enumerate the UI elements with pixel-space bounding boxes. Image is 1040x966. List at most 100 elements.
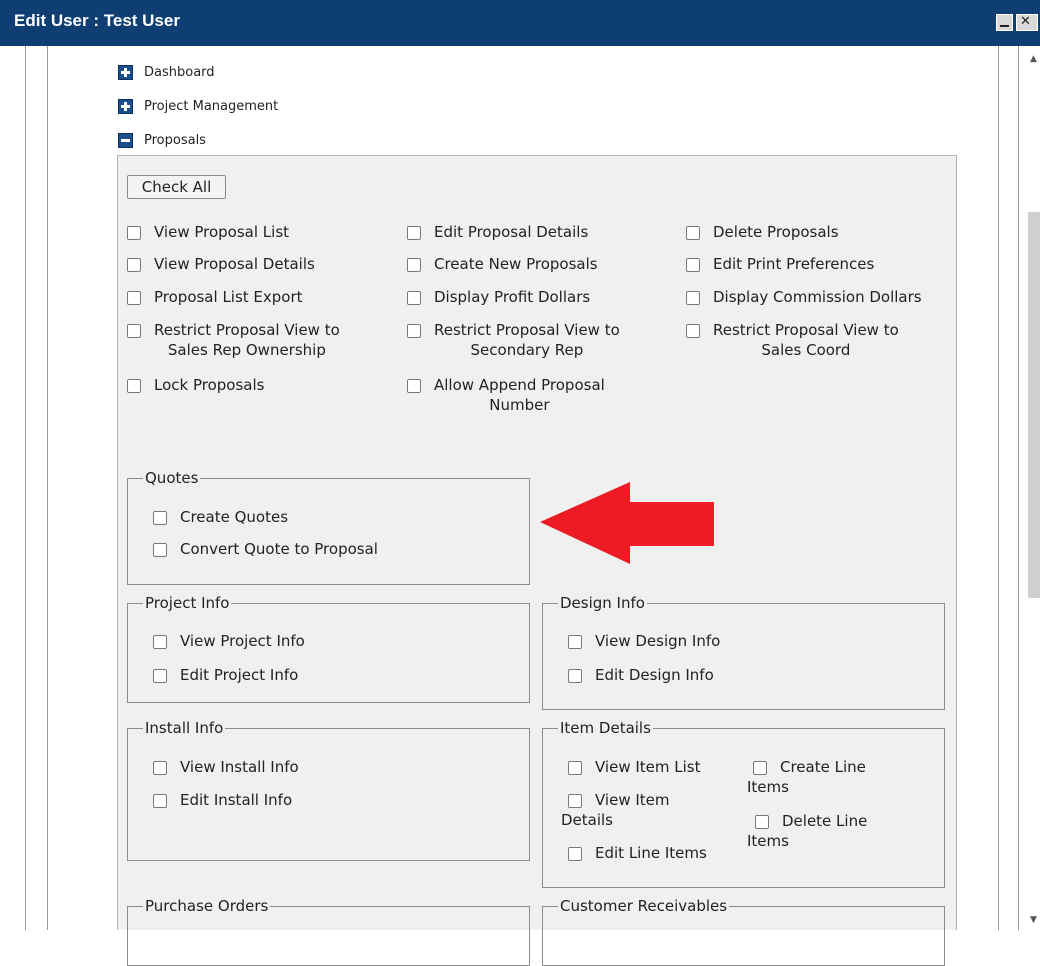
checkbox[interactable] xyxy=(686,226,700,240)
scrollbar-thumb[interactable] xyxy=(1028,212,1040,598)
checkbox-label: Restrict Proposal View to Sales Rep Owner… xyxy=(154,320,340,360)
checkbox-label-line1: Delete Line xyxy=(782,812,868,830)
window-title: Edit User : Test User xyxy=(14,11,180,30)
checkbox[interactable] xyxy=(127,379,141,393)
checkbox[interactable] xyxy=(686,258,700,272)
checkbox-label: Create New Proposals xyxy=(434,255,598,273)
collapse-icon[interactable] xyxy=(118,133,133,148)
checkbox-restrict-sales-rep-ownership[interactable]: Restrict Proposal View to Sales Rep Owner… xyxy=(127,320,340,360)
frame-border-inner xyxy=(47,46,48,930)
checkbox-view-proposal-details[interactable]: View Proposal Details xyxy=(127,255,315,274)
checkbox-view-design-info[interactable]: View Design Info xyxy=(568,632,720,651)
checkbox-label: View Item List xyxy=(595,758,701,776)
tree-item-label: Proposals xyxy=(144,133,206,148)
checkbox-label-line2: Items xyxy=(747,778,789,796)
checkbox[interactable] xyxy=(153,511,167,525)
checkbox-edit-print-preferences[interactable]: Edit Print Preferences xyxy=(686,255,874,274)
checkbox-label-line1: Restrict Proposal View to xyxy=(713,321,899,339)
checkbox-view-project-info[interactable]: View Project Info xyxy=(153,632,305,651)
checkbox-label: View Install Info xyxy=(180,758,299,776)
checkbox[interactable] xyxy=(568,761,582,775)
checkbox[interactable] xyxy=(568,635,582,649)
item-details-legend: Item Details xyxy=(558,718,653,738)
checkbox[interactable] xyxy=(568,794,582,808)
check-all-button[interactable]: Check All xyxy=(127,175,226,199)
checkbox-delete-line-items[interactable]: Delete Line Items xyxy=(747,812,868,851)
checkbox-create-line-items[interactable]: Create Line Items xyxy=(747,758,866,797)
tree-item-label: Project Management xyxy=(144,99,279,114)
checkbox-convert-quote-to-proposal[interactable]: Convert Quote to Proposal xyxy=(153,540,378,559)
checkbox-label: Restrict Proposal View to Secondary Rep xyxy=(434,320,620,360)
checkbox-label: Edit Line Items xyxy=(595,844,707,862)
checkbox[interactable] xyxy=(407,291,421,305)
tree-item-dashboard[interactable]: Dashboard xyxy=(118,65,215,80)
checkbox[interactable] xyxy=(153,543,167,557)
checkbox[interactable] xyxy=(153,794,167,808)
checkbox-lock-proposals[interactable]: Lock Proposals xyxy=(127,376,264,395)
checkbox-edit-install-info[interactable]: Edit Install Info xyxy=(153,791,293,810)
checkbox[interactable] xyxy=(127,226,141,240)
checkbox[interactable] xyxy=(127,324,141,338)
checkbox-restrict-sales-coord[interactable]: Restrict Proposal View to Sales Coord xyxy=(686,321,899,360)
checkbox-view-item-list[interactable]: View Item List xyxy=(568,758,701,777)
checkbox-view-install-info[interactable]: View Install Info xyxy=(153,758,299,777)
checkbox-label: Edit Install Info xyxy=(180,791,293,809)
checkbox-label: Edit Proposal Details xyxy=(434,223,589,241)
checkbox-delete-proposals[interactable]: Delete Proposals xyxy=(686,223,839,242)
scroll-down-icon[interactable]: ▼ xyxy=(1030,915,1037,925)
checkbox[interactable] xyxy=(568,847,582,861)
checkbox-edit-line-items[interactable]: Edit Line Items xyxy=(568,844,707,863)
checkbox[interactable] xyxy=(568,669,582,683)
checkbox-display-commission-dollars[interactable]: Display Commission Dollars xyxy=(686,288,922,307)
checkbox-edit-proposal-details[interactable]: Edit Proposal Details xyxy=(407,223,589,242)
checkbox[interactable] xyxy=(407,324,421,338)
checkbox-create-new-proposals[interactable]: Create New Proposals xyxy=(407,255,598,274)
arrow-shape xyxy=(540,482,714,564)
tree-item-project-management[interactable]: Project Management xyxy=(118,99,278,114)
checkbox-create-quotes[interactable]: Create Quotes xyxy=(153,508,289,527)
scroll-up-icon[interactable]: ▲ xyxy=(1030,54,1037,64)
checkbox-label: Edit Design Info xyxy=(595,666,714,684)
checkbox-label-line2: Sales Coord xyxy=(761,341,851,359)
checkbox-view-item-details[interactable]: View Item Details xyxy=(561,791,670,830)
checkbox-label: Display Profit Dollars xyxy=(434,288,591,306)
checkbox-label: Edit Project Info xyxy=(180,666,299,684)
checkbox-restrict-secondary-rep[interactable]: Restrict Proposal View to Secondary Rep xyxy=(407,320,620,360)
checkbox[interactable] xyxy=(153,669,167,683)
checkbox[interactable] xyxy=(153,635,167,649)
checkbox-label: Create Quotes xyxy=(180,508,289,526)
checkbox-display-profit-dollars[interactable]: Display Profit Dollars xyxy=(407,288,591,307)
checkbox-label: Allow Append Proposal Number xyxy=(434,375,605,415)
checkbox[interactable] xyxy=(686,291,700,305)
checkbox-label-line2: Items xyxy=(747,832,789,850)
checkbox-label-line1: Restrict Proposal View to xyxy=(154,321,340,339)
checkbox[interactable] xyxy=(407,226,421,240)
checkbox[interactable] xyxy=(127,258,141,272)
checkbox[interactable] xyxy=(755,815,769,829)
checkbox-proposal-list-export[interactable]: Proposal List Export xyxy=(127,288,303,307)
checkbox[interactable] xyxy=(127,291,141,305)
checkbox-label: View Project Info xyxy=(180,632,305,650)
checkbox-edit-design-info[interactable]: Edit Design Info xyxy=(568,666,714,685)
project-info-legend: Project Info xyxy=(143,593,232,613)
expand-icon[interactable] xyxy=(118,99,133,114)
checkbox[interactable] xyxy=(407,258,421,272)
tree-item-label: Dashboard xyxy=(144,65,215,80)
checkbox-label: View Proposal Details xyxy=(154,255,315,273)
install-info-legend: Install Info xyxy=(143,718,226,738)
frame-border-right xyxy=(998,46,999,930)
checkbox-label: Delete Proposals xyxy=(713,223,839,241)
checkbox-label-line1: Allow Append Proposal xyxy=(434,376,605,394)
minimize-icon[interactable] xyxy=(996,14,1013,31)
checkbox-edit-project-info[interactable]: Edit Project Info xyxy=(153,666,299,685)
checkbox-label: View Proposal List xyxy=(154,223,290,241)
checkbox[interactable] xyxy=(686,324,700,338)
checkbox[interactable] xyxy=(153,761,167,775)
close-icon[interactable] xyxy=(1016,14,1038,31)
checkbox[interactable] xyxy=(407,379,421,393)
expand-icon[interactable] xyxy=(118,65,133,80)
checkbox-view-proposal-list[interactable]: View Proposal List xyxy=(127,223,290,242)
checkbox-allow-append-proposal-number[interactable]: Allow Append Proposal Number xyxy=(407,375,605,415)
tree-item-proposals[interactable]: Proposals xyxy=(118,133,206,148)
checkbox[interactable] xyxy=(753,761,767,775)
